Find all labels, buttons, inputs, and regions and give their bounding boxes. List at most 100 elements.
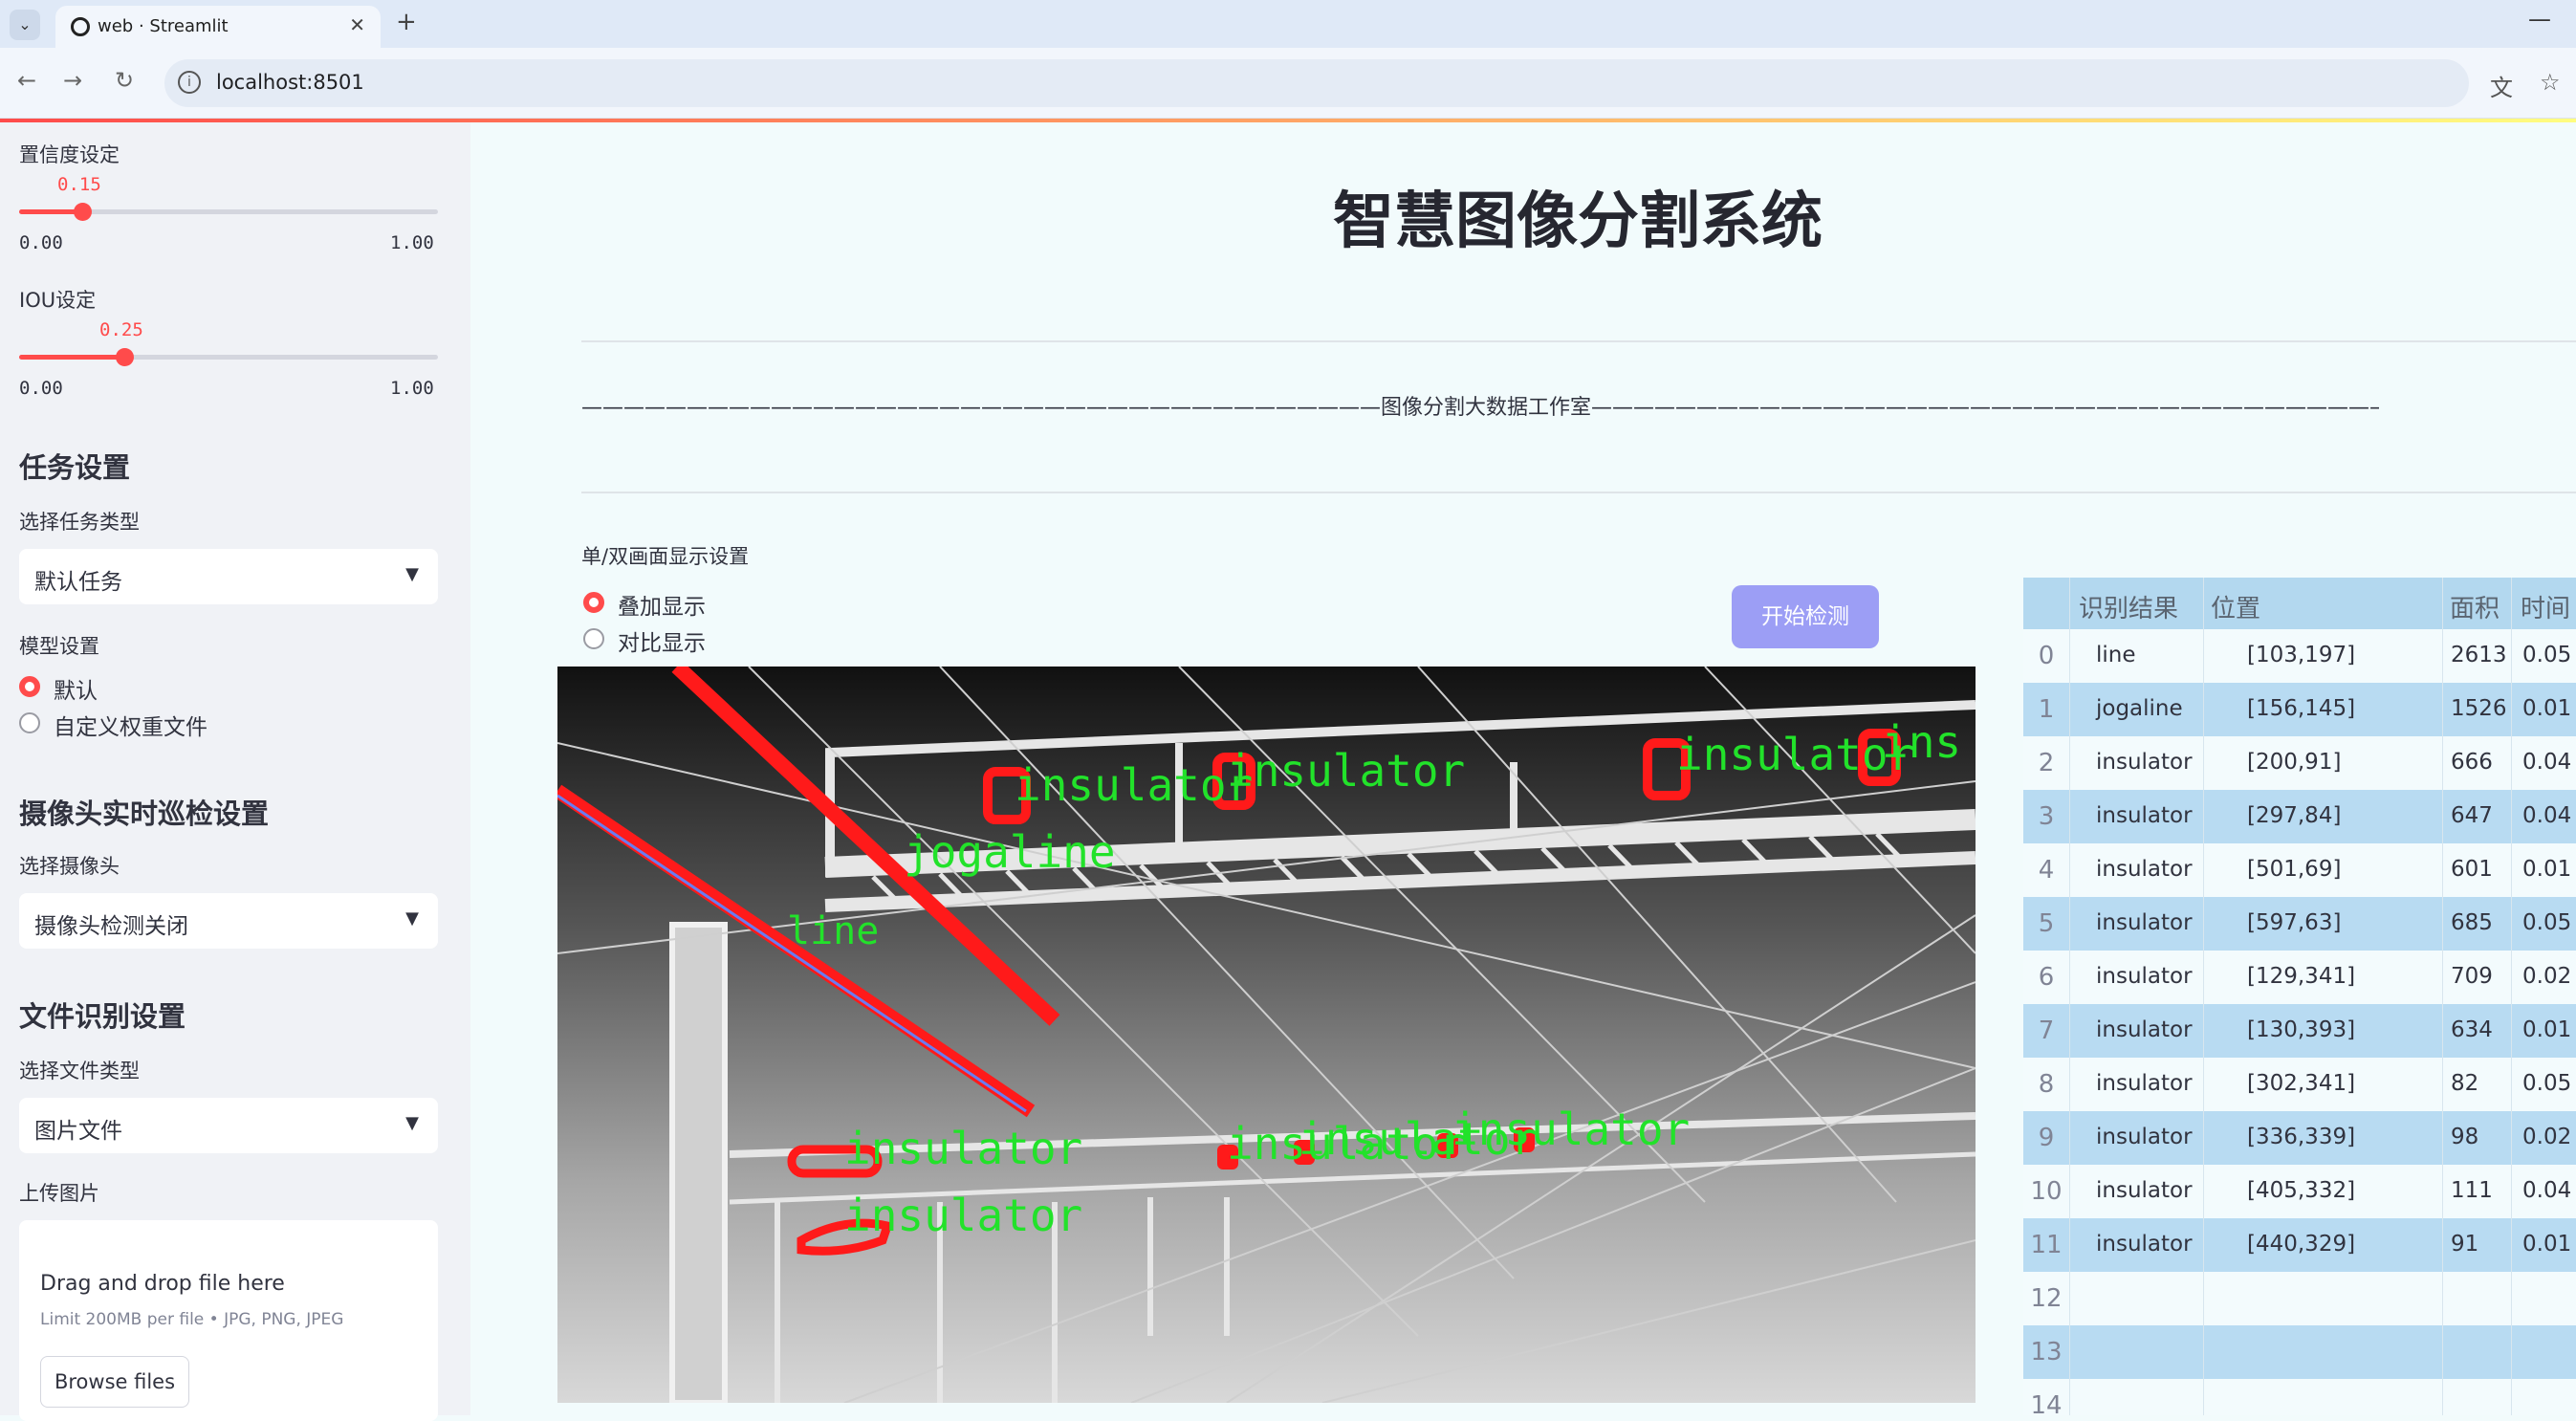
display-option-label: 对比显示 <box>618 631 706 656</box>
new-tab-button[interactable]: + <box>396 8 417 36</box>
cell-position: [129,341] <box>2247 964 2356 989</box>
display-option-label: 叠加显示 <box>618 595 706 620</box>
row-index: 7 <box>2038 1017 2055 1045</box>
cell-time: 0.02 <box>2522 1125 2572 1149</box>
bookmark-star-icon[interactable]: ☆ <box>2540 69 2561 96</box>
radio-unselected-icon[interactable] <box>19 712 40 733</box>
row-index: 14 <box>2030 1391 2063 1415</box>
cell-position: [501,69] <box>2247 857 2342 882</box>
task-type-select[interactable]: 默认任务 ▼ <box>19 549 438 604</box>
label-insulator-2: insulator <box>1227 745 1465 797</box>
task-heading: 任务设置 <box>19 451 131 484</box>
file-type-select[interactable]: 图片文件 ▼ <box>19 1098 438 1153</box>
translate-icon[interactable]: 文 <box>2490 69 2513 102</box>
cell-time: 0.04 <box>2522 750 2572 775</box>
start-detection-button[interactable]: 开始检测 <box>1732 585 1879 648</box>
cell-label: insulator <box>2096 857 2193 882</box>
file-dropzone[interactable]: Drag and drop file here Limit 200MB per … <box>19 1220 438 1421</box>
camera-heading: 摄像头实时巡检设置 <box>19 798 270 830</box>
radio-unselected-icon[interactable] <box>583 628 604 649</box>
column-divider <box>2442 578 2443 1415</box>
table-row[interactable]: 9 insulator [336,339] 98 0.02 <box>2023 1111 2576 1165</box>
table-row[interactable]: 11 insulator [440,329] 91 0.01 <box>2023 1218 2576 1272</box>
row-index: 1 <box>2038 695 2055 724</box>
confidence-slider-thumb[interactable] <box>73 203 92 221</box>
header-area[interactable]: 面积 <box>2450 589 2500 624</box>
file-type-label: 选择文件类型 <box>19 1060 140 1082</box>
row-index: 10 <box>2030 1177 2063 1206</box>
table-row[interactable]: 3 insulator [297,84] 647 0.04 <box>2023 790 2576 843</box>
header-time[interactable]: 时间 <box>2521 589 2570 624</box>
table-row[interactable]: 5 insulator [597,63] 685 0.05 <box>2023 897 2576 951</box>
chevron-down-icon: ▼ <box>405 1113 419 1133</box>
file-heading: 文件识别设置 <box>19 1000 186 1033</box>
iou-min: 0.00 <box>19 378 63 399</box>
table-header: 识别结果 位置 面积 时间 <box>2023 578 2576 629</box>
table-row[interactable]: 7 insulator [130,393] 634 0.01 <box>2023 1004 2576 1058</box>
browse-files-button[interactable]: Browse files <box>40 1356 189 1408</box>
divider-top <box>581 340 2576 342</box>
header-result[interactable]: 识别结果 <box>2079 589 2178 624</box>
studio-divider-text: ——————————————————————————————————————图像… <box>581 396 2379 420</box>
camera-select[interactable]: 摄像头检测关闭 ▼ <box>19 893 438 949</box>
iou-max: 1.00 <box>390 378 434 399</box>
address-url[interactable]: localhost:8501 <box>216 71 364 94</box>
chevron-down-icon: ▼ <box>405 564 419 584</box>
cell-position: [440,329] <box>2247 1232 2356 1257</box>
row-index: 9 <box>2038 1124 2055 1152</box>
label-line: line <box>787 909 879 953</box>
reload-icon[interactable]: ↻ <box>115 67 134 94</box>
page-title: 智慧图像分割系统 <box>1333 186 1823 257</box>
label-jogaline: jogaline <box>904 826 1116 878</box>
address-bar[interactable]: i localhost:8501 <box>164 59 2469 107</box>
sidebar: 置信度设定 0.15 0.00 1.00 IOU设定 0.25 0.00 1.0… <box>0 122 470 1421</box>
cell-position: [130,393] <box>2247 1017 2356 1042</box>
table-row[interactable]: 1 jogaline [156,145] 1526 0.01 <box>2023 683 2576 736</box>
cell-label: insulator <box>2096 1017 2193 1042</box>
browser-toolbar: ← → ↻ i localhost:8501 文 ☆ <box>0 48 2576 119</box>
confidence-slider[interactable] <box>19 203 438 221</box>
browser-tab[interactable]: web · Streamlit ✕ <box>55 6 381 48</box>
cell-area: 91 <box>2451 1232 2479 1257</box>
table-row[interactable]: 12 <box>2023 1272 2576 1325</box>
row-index: 11 <box>2030 1231 2063 1259</box>
cell-position: [200,91] <box>2247 750 2342 775</box>
table-row[interactable]: 14 <box>2023 1379 2576 1415</box>
row-index: 5 <box>2038 909 2055 938</box>
dropzone-hint: Limit 200MB per file • JPG, PNG, JPEG <box>40 1310 344 1329</box>
back-icon[interactable]: ← <box>17 67 36 94</box>
row-index: 13 <box>2030 1338 2063 1366</box>
table-row[interactable]: 10 insulator [405,332] 111 0.04 <box>2023 1165 2576 1218</box>
table-row[interactable]: 8 insulator [302,341] 82 0.05 <box>2023 1058 2576 1111</box>
iou-slider-thumb[interactable] <box>115 348 134 366</box>
upload-label: 上传图片 <box>19 1182 99 1205</box>
task-type-label: 选择任务类型 <box>19 511 140 534</box>
confidence-max: 1.00 <box>390 232 434 253</box>
tab-close-icon[interactable]: ✕ <box>349 13 365 36</box>
iou-slider[interactable] <box>19 348 438 366</box>
forward-icon[interactable]: → <box>63 67 82 94</box>
table-row[interactable]: 2 insulator [200,91] 666 0.04 <box>2023 736 2576 790</box>
confidence-min: 0.00 <box>19 232 63 253</box>
cell-area: 666 <box>2451 750 2493 775</box>
table-row[interactable]: 13 <box>2023 1325 2576 1379</box>
table-row[interactable]: 0 line [103,197] 2613 0.05 <box>2023 629 2576 683</box>
task-type-value: 默认任务 <box>34 570 122 595</box>
results-table[interactable]: 识别结果 位置 面积 时间 0 line [103,197] 2613 0.05 1 jog… <box>2023 578 2576 1415</box>
dropzone-title: Drag and drop file here <box>40 1272 285 1296</box>
cell-label: insulator <box>2096 750 2193 775</box>
table-row[interactable]: 6 insulator [129,341] 709 0.02 <box>2023 951 2576 1004</box>
radio-selected-icon[interactable] <box>583 592 604 613</box>
minimize-button[interactable]: — <box>2528 6 2551 33</box>
radio-selected-icon[interactable] <box>19 676 40 697</box>
cell-position: [302,341] <box>2247 1071 2356 1096</box>
cell-area: 82 <box>2451 1071 2479 1096</box>
tab-search-button[interactable]: ⌄ <box>10 10 40 40</box>
cell-time: 0.01 <box>2522 1017 2572 1042</box>
row-index: 12 <box>2030 1284 2063 1313</box>
cell-area: 2613 <box>2451 643 2507 667</box>
site-info-icon[interactable]: i <box>178 71 201 94</box>
table-row[interactable]: 4 insulator [501,69] 601 0.01 <box>2023 843 2576 897</box>
cell-time: 0.04 <box>2522 1178 2572 1203</box>
header-position[interactable]: 位置 <box>2211 589 2260 624</box>
